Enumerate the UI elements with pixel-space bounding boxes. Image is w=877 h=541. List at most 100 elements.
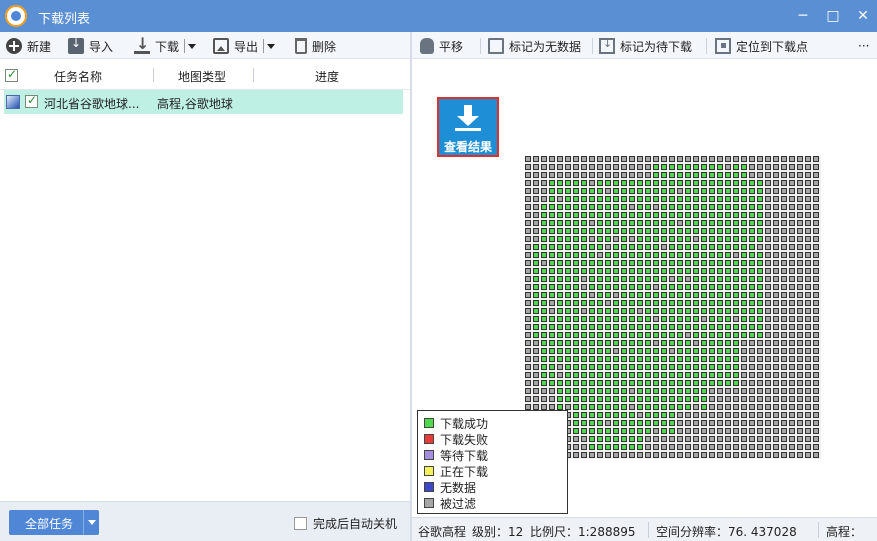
table-row[interactable]: 河北省谷歌地球... 高程,谷歌地球: [4, 90, 403, 114]
tile-success: [701, 324, 707, 330]
tile-success: [533, 260, 539, 266]
tile-success: [717, 220, 723, 226]
tile-filtered: [805, 220, 811, 226]
tile-success: [669, 180, 675, 186]
tile-success: [693, 380, 699, 386]
tile-success: [605, 348, 611, 354]
close-button[interactable]: ✕: [852, 6, 874, 26]
tile-success: [717, 316, 723, 322]
column-divider[interactable]: [153, 68, 154, 82]
new-button[interactable]: 新建: [6, 36, 51, 56]
tile-success: [549, 196, 555, 202]
tile-success: [557, 260, 563, 266]
legend-label: 下载成功: [440, 416, 489, 431]
tile-success: [653, 172, 659, 178]
tile-filtered: [789, 300, 795, 306]
tile-success: [709, 340, 715, 346]
tile-filtered: [525, 220, 531, 226]
tile-success: [549, 212, 555, 218]
auto-shutdown-checkbox[interactable]: [294, 517, 307, 530]
tile-success: [573, 284, 579, 290]
tile-success: [589, 412, 595, 418]
column-divider[interactable]: [253, 68, 254, 82]
delete-button[interactable]: 删除: [295, 36, 336, 56]
tile-success: [669, 308, 675, 314]
legend-item: 下载失败: [424, 431, 488, 447]
tile-success: [701, 196, 707, 202]
tile-success: [637, 244, 643, 250]
tile-success: [733, 196, 739, 202]
tile-filtered: [789, 356, 795, 362]
tile-success: [541, 372, 547, 378]
tile-filtered: [765, 340, 771, 346]
tile-success: [669, 412, 675, 418]
tile-success: [581, 348, 587, 354]
export-button[interactable]: 导出: [213, 36, 276, 56]
row-checkbox[interactable]: [25, 93, 38, 108]
tile-success: [701, 172, 707, 178]
column-header-map-type[interactable]: 地图类型: [178, 68, 226, 85]
tile-success: [589, 308, 595, 314]
auto-shutdown-option[interactable]: 完成后自动关机: [294, 515, 397, 532]
tile-filtered: [701, 452, 707, 458]
tile-success: [621, 364, 627, 370]
tile-success: [661, 388, 667, 394]
tile-success: [597, 236, 603, 242]
mark-pending-button[interactable]: 标记为待下载: [599, 36, 692, 56]
tile-filtered: [813, 300, 819, 306]
tile-success: [573, 220, 579, 226]
tile-filtered: [813, 436, 819, 442]
tile-success: [733, 380, 739, 386]
tile-success: [709, 348, 715, 354]
tile-filtered: [805, 308, 811, 314]
tile-success: [565, 284, 571, 290]
tile-filtered: [805, 292, 811, 298]
tile-filtered: [621, 172, 627, 178]
tile-success: [733, 356, 739, 362]
tile-success: [757, 300, 763, 306]
legend-swatch: [424, 466, 434, 476]
download-dropdown-icon[interactable]: [184, 39, 197, 53]
pan-button[interactable]: 平移: [420, 36, 463, 56]
maximize-button[interactable]: □: [822, 6, 844, 26]
tile-success: [653, 404, 659, 410]
import-button[interactable]: 导入: [68, 36, 113, 56]
tile-filtered: [797, 292, 803, 298]
view-result-button[interactable]: 查看结果: [437, 97, 499, 157]
tile-filtered: [717, 444, 723, 450]
tile-success: [541, 252, 547, 258]
tile-grid[interactable]: [525, 156, 821, 459]
tile-success: [717, 204, 723, 210]
tile-success: [677, 332, 683, 338]
tile-success: [605, 204, 611, 210]
locate-button[interactable]: 定位到下载点: [715, 36, 808, 56]
column-header-progress[interactable]: 进度: [315, 68, 339, 85]
tile-success: [757, 332, 763, 338]
tile-success: [597, 300, 603, 306]
export-dropdown-icon[interactable]: [263, 39, 276, 53]
all-tasks-dropdown-icon[interactable]: [83, 510, 99, 535]
more-button[interactable]: ···: [858, 36, 869, 56]
tile-filtered: [581, 444, 587, 450]
tile-filtered: [805, 196, 811, 202]
select-all-checkbox[interactable]: [5, 67, 18, 82]
minimize-button[interactable]: ─: [792, 6, 814, 26]
tile-filtered: [805, 428, 811, 434]
tile-filtered: [773, 260, 779, 266]
tile-success: [621, 244, 627, 250]
tile-success: [669, 188, 675, 194]
tile-success: [733, 340, 739, 346]
tile-success: [677, 260, 683, 266]
mark-no-data-button[interactable]: 标记为无数据: [488, 36, 581, 56]
tile-success: [573, 212, 579, 218]
tile-success: [565, 316, 571, 322]
tile-filtered: [805, 316, 811, 322]
all-tasks-button[interactable]: 全部任务: [9, 510, 99, 535]
column-header-name[interactable]: 任务名称: [54, 68, 102, 85]
tile-success: [597, 324, 603, 330]
download-button[interactable]: 下载: [134, 34, 197, 56]
tile-filtered: [813, 204, 819, 210]
status-divider: [648, 522, 649, 538]
tile-success: [573, 412, 579, 418]
tile-success: [573, 236, 579, 242]
